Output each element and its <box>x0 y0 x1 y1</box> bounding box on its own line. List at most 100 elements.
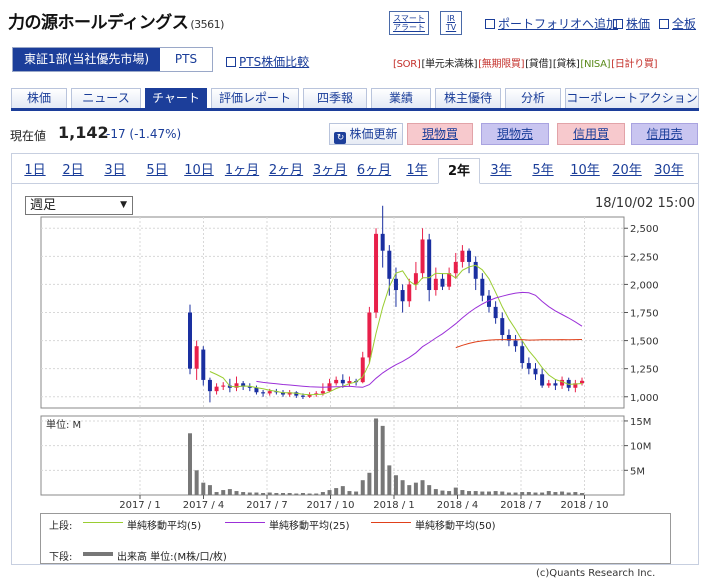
candle-body <box>427 239 432 291</box>
volume-bar <box>467 491 472 495</box>
x-tick-label: 2018 / 4 <box>437 500 479 511</box>
volume-bar <box>367 472 372 495</box>
volume-bar <box>486 491 491 495</box>
price-tick-label: 1,750 <box>630 309 659 320</box>
volume-bar <box>261 493 266 495</box>
price-panel <box>40 216 625 409</box>
volume-bar <box>247 492 252 495</box>
legend-volume: 出来高 単位:(M株/口/枚) <box>117 552 227 563</box>
volume-bar <box>553 492 558 495</box>
candle-body <box>580 380 584 384</box>
volume-bar <box>413 482 418 495</box>
volume-bar <box>520 492 525 495</box>
volume-bar <box>400 480 405 495</box>
copyright: (c)Quants Research Inc. <box>536 568 656 579</box>
candle-body <box>214 386 219 392</box>
volume-bar <box>287 493 292 495</box>
candle-body <box>188 312 192 369</box>
legend-ma50-swatch <box>371 522 411 523</box>
volume-bar <box>440 490 445 495</box>
volume-bar <box>427 485 432 495</box>
candle-body <box>320 391 325 394</box>
volume-bar <box>460 490 465 495</box>
volume-bar <box>480 491 485 495</box>
legend-ma25: 単純移動平均(25) <box>269 521 350 532</box>
candle-body <box>420 239 425 274</box>
candle-body <box>467 250 472 262</box>
x-tick-label: 2018 / 1 <box>373 500 415 511</box>
x-tick-label: 2017 / 4 <box>183 500 225 511</box>
x-tick-label: 2018 / 7 <box>500 500 542 511</box>
volume-bar <box>340 486 345 495</box>
volume-bar <box>274 493 279 495</box>
legend-ma50: 単純移動平均(50) <box>415 521 496 532</box>
candle-body <box>407 284 412 302</box>
candle-body <box>460 250 465 262</box>
volume-bar <box>433 489 438 495</box>
stock-chart: 2,500 2,250 2,000 1,750 1,500 1,250 1,000 15M 10… <box>40 205 659 511</box>
volume-bar <box>500 491 505 495</box>
candle-body <box>380 233 385 251</box>
candle-body <box>453 261 458 274</box>
candle-body <box>221 385 226 387</box>
volume-bar <box>526 492 531 495</box>
candle-body <box>207 379 212 392</box>
volume-panel <box>40 415 625 496</box>
candle-body <box>500 318 505 335</box>
chart-legend: 上段: 単純移動平均(5) 単純移動平均(25) 単純移動平均(50) 下段: … <box>40 513 671 564</box>
candle-body <box>201 349 206 380</box>
candle-body <box>440 278 445 287</box>
volume-bar <box>387 465 392 495</box>
volume-bar <box>207 485 212 495</box>
volume-bar <box>453 487 458 495</box>
candle-body <box>400 290 405 302</box>
volume-bar <box>334 488 339 495</box>
x-tick-label: 2017 / 7 <box>246 500 288 511</box>
candle-body <box>374 233 379 313</box>
candle-body <box>433 278 438 291</box>
candle-body <box>340 379 345 384</box>
volume-bar <box>546 491 551 495</box>
volume-bar <box>300 493 305 495</box>
volume-bar <box>506 492 511 495</box>
candle-body <box>267 391 272 394</box>
legend-volume-swatch <box>83 552 113 556</box>
volume-bar <box>221 490 226 495</box>
candle-body <box>493 306 498 319</box>
volume-bar <box>254 492 259 495</box>
volume-bar <box>407 485 412 495</box>
volume-bar <box>201 482 206 495</box>
volume-bar <box>307 493 312 495</box>
legend-ma25-swatch <box>225 522 265 523</box>
volume-bar <box>493 491 498 495</box>
volume-bar <box>234 491 239 495</box>
x-tick-label: 2017 / 10 <box>307 500 355 511</box>
price-tick-label: 1,000 <box>630 393 659 404</box>
candle-body <box>334 379 339 384</box>
volume-bar <box>573 492 578 495</box>
volume-bar <box>380 425 385 495</box>
volume-bar <box>420 480 425 495</box>
candle-body <box>533 368 538 375</box>
candle-body <box>387 250 392 279</box>
candle-body <box>473 261 478 279</box>
volume-bar <box>320 492 325 495</box>
candle-body <box>540 374 545 386</box>
price-tick-label: 1,500 <box>630 337 659 348</box>
price-tick-label: 1,250 <box>630 365 659 376</box>
volume-bar <box>393 475 398 495</box>
candle-body <box>513 340 518 347</box>
volume-bar <box>473 491 478 495</box>
candle-body <box>553 383 558 386</box>
volume-bar <box>314 493 319 495</box>
volume-bar <box>580 493 584 495</box>
volume-bar <box>241 492 246 495</box>
volume-tick-label: 10M <box>630 442 651 453</box>
candle-body <box>300 395 305 397</box>
volume-bar <box>540 492 545 495</box>
x-tick-label: 2018 / 10 <box>561 500 609 511</box>
price-tick-label: 2,250 <box>630 252 659 263</box>
candle-body <box>480 278 485 296</box>
x-tick-label: 2017 / 1 <box>119 500 161 511</box>
volume-bar <box>347 491 352 495</box>
